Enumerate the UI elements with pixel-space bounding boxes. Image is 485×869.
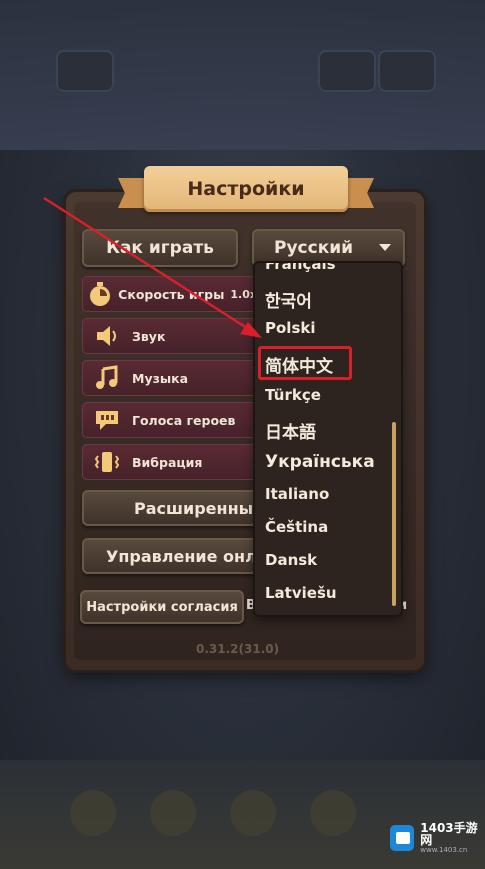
language-option-francais[interactable]: Français [265,263,336,273]
language-selected-label: Русский [274,238,354,258]
speaker-icon [82,324,132,348]
watermark-text: 1403手游网 [420,821,478,847]
vibration-label: Вибрация [132,454,203,470]
highlight-box [258,346,352,380]
watermark-subtext: www.1403.cn [420,846,468,854]
game-speed-value: 1.0x [230,287,257,301]
game-speed-label: Скорость игры [118,286,225,302]
settings-row-vibration[interactable]: Вибрация [82,444,257,480]
speech-bubble-icon [82,408,132,432]
background-menu-icon [56,50,114,92]
how-to-play-button[interactable]: Как играть [82,229,238,267]
version-label: 0.31.2(31.0) [196,642,280,656]
language-option-ukrainian[interactable]: Українська [265,452,375,472]
settings-row-sound[interactable]: Звук [82,318,257,354]
background-nav-icon [310,790,356,836]
language-option-turkce[interactable]: Türkçe [265,386,321,404]
consent-settings-button[interactable]: Настройки согласия [80,590,244,624]
language-option-italiano[interactable]: Italiano [265,485,329,503]
background-nav-icon [150,790,196,836]
background-nav-icon [230,790,276,836]
language-option-cestina[interactable]: Čeština [265,518,328,536]
watermark-icon [390,825,415,851]
stopwatch-icon [82,280,118,308]
advanced-settings-button[interactable]: Расширенные [82,490,260,526]
language-select[interactable]: Русский [252,229,405,267]
settings-row-game-speed[interactable]: Скорость игры 1.0x [82,276,257,312]
background-nav-icon [70,790,116,836]
background-settings-icon [378,50,436,92]
language-dropdown-list[interactable]: Français 한국어 Polski 简体中文 Türkçe 日本語 Укра… [255,263,401,615]
language-option-japanese[interactable]: 日本語 [265,418,316,443]
sound-label: Звук [132,328,166,344]
manage-online-button[interactable]: Управление онла [82,538,260,574]
settings-title-ribbon: Настройки [118,166,374,216]
settings-row-hero-voices[interactable]: Голоса героев [82,402,257,438]
watermark-logo: 1403手游网 www.1403.cn [390,822,485,854]
language-option-korean[interactable]: 한국어 [265,287,312,312]
language-option-polski[interactable]: Polski [265,319,316,337]
music-note-icon [82,365,132,391]
chevron-down-icon [379,244,391,251]
music-label: Музыка [132,370,189,386]
page-title: Настройки [187,178,305,200]
background-mail-icon [318,50,376,92]
vibration-icon [82,449,132,475]
settings-row-music[interactable]: Музыка [82,360,257,396]
dropdown-scrollbar[interactable] [392,422,396,606]
language-option-dansk[interactable]: Dansk [265,551,317,569]
hero-voices-label: Голоса героев [132,412,236,428]
language-option-latviesu[interactable]: Latviešu [265,584,337,602]
